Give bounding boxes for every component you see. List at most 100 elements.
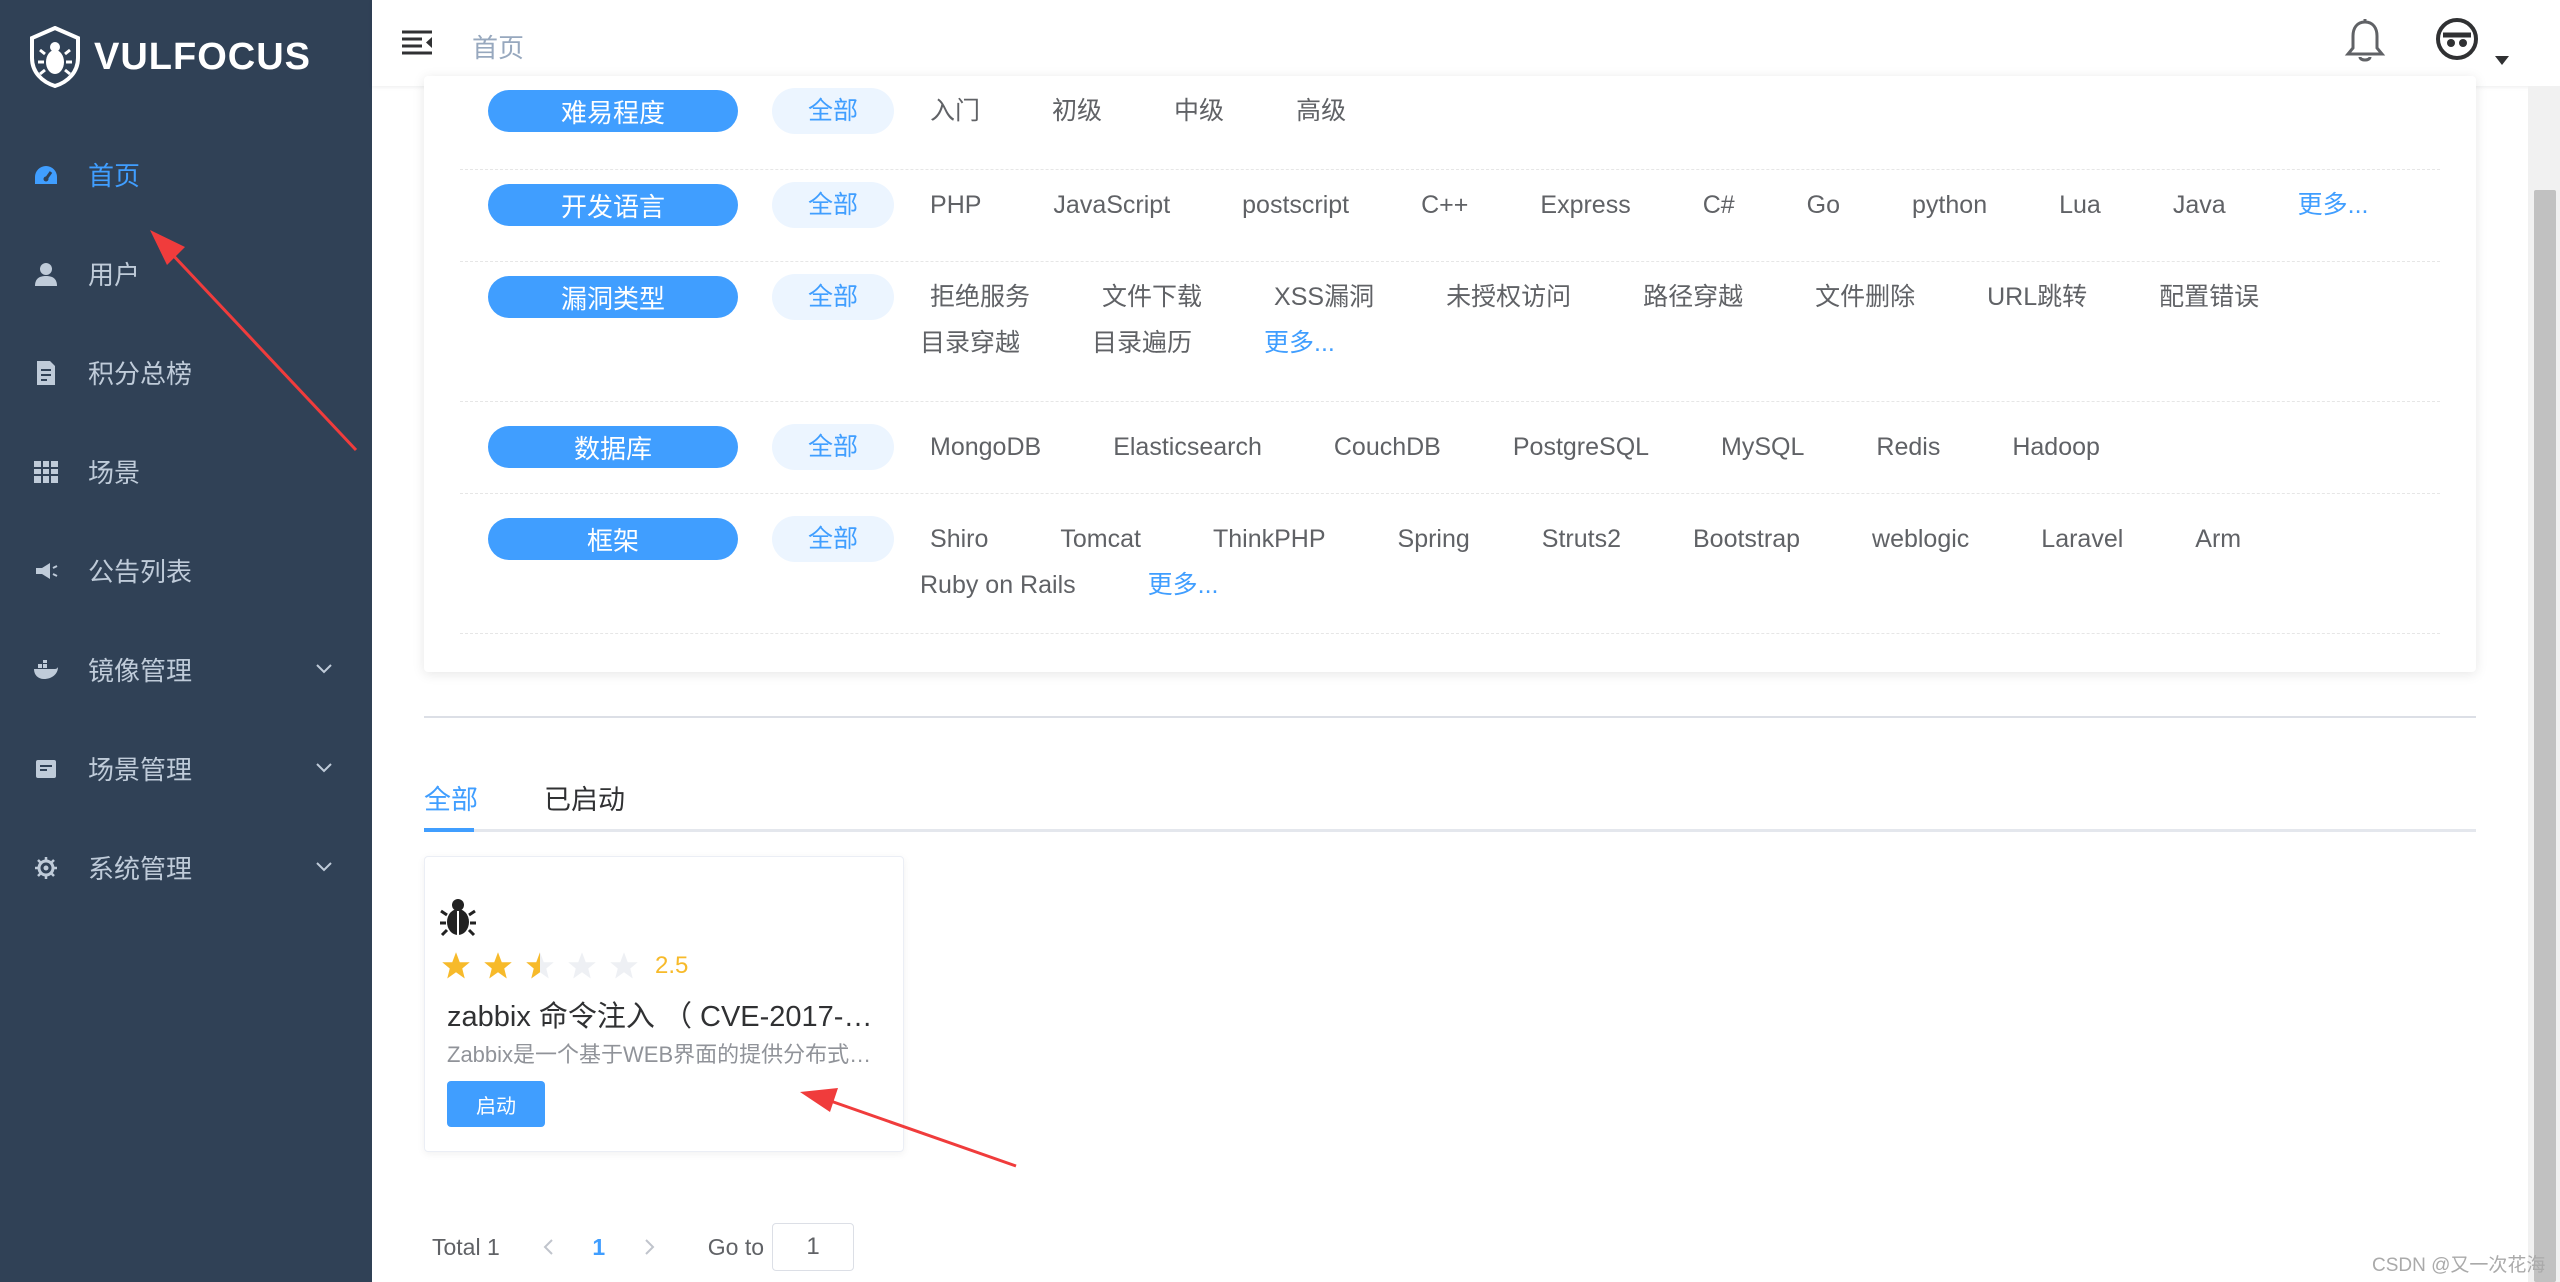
avatar[interactable] — [2436, 18, 2478, 60]
sidebar-item-label: 用户 — [88, 260, 141, 290]
filter-option[interactable]: XSS漏洞 — [1238, 274, 1410, 320]
chevron-down-icon — [316, 862, 332, 872]
bell-icon[interactable] — [2344, 18, 2386, 64]
prev-page-button[interactable] — [534, 1232, 564, 1262]
tab-started[interactable]: 已启动 — [544, 778, 625, 817]
filter-option-all[interactable]: 全部 — [772, 424, 895, 470]
filter-tag-difficulty: 难易程度 — [488, 90, 738, 132]
filter-row-language: 开发语言 全部 PHP JavaScript postscript C++ Ex… — [460, 170, 2440, 262]
filter-options: 全部 PHP JavaScript postscript C++ Express… — [772, 182, 2404, 228]
filter-option[interactable]: 配置错误 — [2123, 274, 2295, 320]
sidebar-item-scene-management[interactable]: 场景管理 — [0, 719, 372, 818]
filter-row-vuln-type: 漏洞类型 全部 拒绝服务 文件下载 XSS漏洞 未授权访问 路径穿越 文件删除 … — [460, 262, 2440, 402]
filter-option[interactable]: Express — [1504, 182, 1666, 228]
filter-row-database: 数据库 全部 MongoDB Elasticsearch CouchDB Pos… — [460, 402, 2440, 494]
filter-option-all[interactable]: 全部 — [772, 516, 895, 562]
goto-page-input[interactable] — [772, 1223, 855, 1271]
filter-option[interactable]: 文件删除 — [1779, 274, 1951, 320]
gear-icon — [32, 854, 60, 882]
filter-option[interactable]: 初级 — [1016, 88, 1138, 134]
filter-option-all[interactable]: 全部 — [772, 182, 895, 228]
sidebar-item-home[interactable]: 首页 — [0, 125, 372, 224]
filter-option[interactable]: 高级 — [1260, 88, 1382, 134]
sidebar-item-announcements[interactable]: 公告列表 — [0, 521, 372, 620]
filter-tag-database: 数据库 — [488, 426, 738, 468]
filter-option[interactable]: Go — [1771, 182, 1876, 228]
filter-option[interactable]: C++ — [1385, 182, 1504, 228]
filter-option[interactable]: 未授权访问 — [1410, 274, 1607, 320]
chevron-down-icon — [316, 664, 332, 674]
filter-option[interactable]: CouchDB — [1298, 424, 1477, 470]
filter-option-all[interactable]: 全部 — [772, 274, 895, 320]
next-page-button[interactable] — [634, 1232, 664, 1262]
sidebar-item-label: 场景 — [88, 458, 141, 488]
sidebar-item-scenes[interactable]: 场景 — [0, 422, 372, 521]
filter-more-link[interactable]: 更多... — [1112, 562, 1255, 608]
caret-down-icon[interactable] — [2494, 54, 2510, 66]
section-divider — [424, 716, 2476, 718]
chevron-left-icon — [543, 1239, 553, 1255]
sidebar: VULFOCUS 首页 用户 积分总榜 场景 公告列表 镜像管理 场景管理 系统… — [0, 0, 372, 1282]
sidebar-item-label: 系统管理 — [88, 854, 193, 884]
pagination: Total 1 1 Go to — [432, 1222, 855, 1272]
filter-option[interactable]: ThinkPHP — [1177, 516, 1362, 562]
filter-option[interactable]: C# — [1667, 182, 1771, 228]
filter-option[interactable]: PostgreSQL — [1477, 424, 1685, 470]
filter-option[interactable]: 中级 — [1138, 88, 1260, 134]
filter-option[interactable]: JavaScript — [1017, 182, 1206, 228]
tab-all[interactable]: 全部 — [424, 778, 478, 817]
sidebar-item-system-management[interactable]: 系统管理 — [0, 818, 372, 917]
sidebar-item-image-management[interactable]: 镜像管理 — [0, 620, 372, 719]
rating-value: 2.5 — [655, 952, 689, 979]
logo[interactable]: VULFOCUS — [28, 26, 311, 88]
filter-option-all[interactable]: 全部 — [772, 88, 895, 134]
sidebar-item-leaderboard[interactable]: 积分总榜 — [0, 323, 372, 422]
star-icon — [442, 952, 470, 979]
filter-option[interactable]: Lua — [2023, 182, 2137, 228]
tab-active-indicator — [424, 828, 474, 832]
scrollbar-thumb[interactable] — [2534, 190, 2556, 1282]
filter-options: 全部 入门 初级 中级 高级 — [772, 88, 1382, 134]
start-button[interactable]: 启动 — [447, 1081, 545, 1127]
breadcrumb: 首页 — [472, 33, 525, 63]
filter-option[interactable]: Tomcat — [1024, 516, 1177, 562]
filter-option[interactable]: postscript — [1206, 182, 1385, 228]
filter-option[interactable]: PHP — [894, 182, 1017, 228]
filter-option[interactable]: Java — [2137, 182, 2262, 228]
filter-option[interactable]: MongoDB — [894, 424, 1077, 470]
filter-option[interactable]: 入门 — [894, 88, 1016, 134]
star-empty-icon — [610, 952, 638, 979]
sidebar-item-label: 镜像管理 — [88, 656, 193, 686]
filter-option[interactable]: 拒绝服务 — [894, 274, 1066, 320]
filter-option[interactable]: Shiro — [894, 516, 1024, 562]
filter-option[interactable]: Bootstrap — [1657, 516, 1836, 562]
filter-options: 全部 Shiro Tomcat ThinkPHP Spring Struts2 … — [772, 516, 2277, 562]
filter-option[interactable]: weblogic — [1836, 516, 2005, 562]
sidebar-item-label: 首页 — [88, 161, 141, 191]
filter-option[interactable]: MySQL — [1685, 424, 1840, 470]
filter-more-link[interactable]: 更多... — [2262, 182, 2405, 228]
star-icon — [484, 952, 512, 979]
filter-option[interactable]: Arm — [2159, 516, 2277, 562]
sidebar-item-users[interactable]: 用户 — [0, 224, 372, 323]
filter-option[interactable]: Elasticsearch — [1077, 424, 1298, 470]
filter-option[interactable]: Spring — [1362, 516, 1506, 562]
filter-option[interactable]: Redis — [1840, 424, 1976, 470]
filter-option[interactable]: 文件下载 — [1066, 274, 1238, 320]
filter-option[interactable]: 目录穿越 — [920, 320, 1056, 366]
hamburger-menu-icon[interactable] — [400, 26, 434, 60]
filter-option[interactable]: Hadoop — [1976, 424, 2136, 470]
filter-option[interactable]: URL跳转 — [1951, 274, 2123, 320]
filter-option[interactable]: Ruby on Rails — [920, 562, 1112, 608]
vuln-card[interactable]: 2.5 zabbix 命令注入 （ CVE-2017-2824 ） Zabbix… — [424, 856, 904, 1152]
filter-option[interactable]: Struts2 — [1506, 516, 1657, 562]
filter-more-link[interactable]: 更多... — [1228, 320, 1371, 366]
page-number[interactable]: 1 — [564, 1234, 634, 1261]
vuln-description: Zabbix是一个基于WEB界面的提供分布式系统监视以及网络监视功能的企业级开源… — [447, 1042, 887, 1067]
filter-option[interactable]: 目录遍历 — [1056, 320, 1228, 366]
filter-option[interactable]: 路径穿越 — [1607, 274, 1779, 320]
chevron-right-icon — [645, 1239, 655, 1255]
filter-option[interactable]: Laravel — [2005, 516, 2159, 562]
chevron-down-icon — [316, 763, 332, 773]
filter-option[interactable]: python — [1876, 182, 2023, 228]
